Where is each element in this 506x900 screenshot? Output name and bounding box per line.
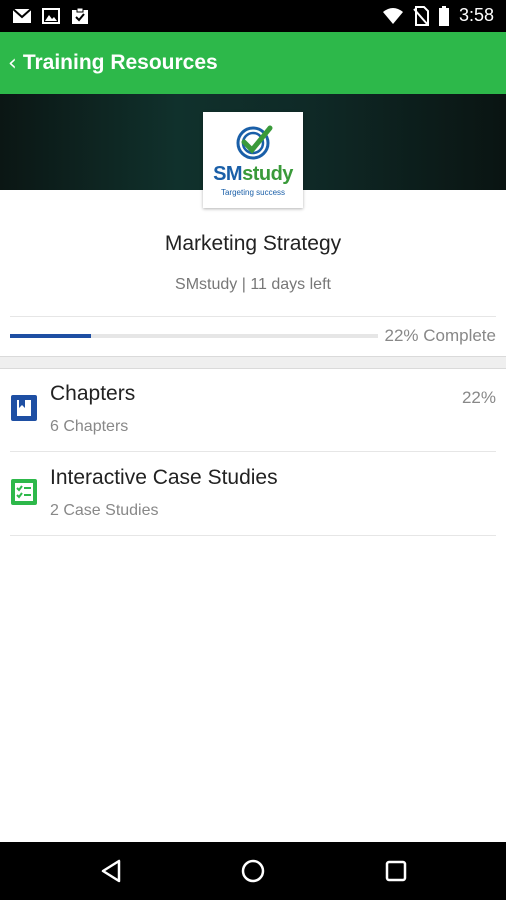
page-title[interactable]: Training Resources [23,51,218,75]
logo-text: SMstudy [213,163,293,185]
list-item-percent: 22% [461,388,496,407]
chevron-left-icon[interactable]: ‹ [8,51,17,76]
clipboard-icon [72,7,88,24]
book-icon [11,395,37,421]
clock: 3:58 [458,5,494,25]
list-item-subtitle: 6 Chapters [50,418,129,435]
divider [10,316,496,317]
app-bar: ‹ Training Resources [0,32,506,94]
back-triangle-icon[interactable] [97,856,127,886]
list-item-chapters[interactable]: Chapters 6 Chapters 22% [0,368,506,452]
wifi-icon [382,7,403,24]
home-circle-icon[interactable] [238,856,268,886]
battery-icon [438,5,449,26]
list-item-title: Chapters [50,382,136,405]
gmail-icon [12,8,32,23]
divider [10,535,496,536]
course-title: Marketing Strategy [164,232,342,255]
recents-square-icon[interactable] [381,856,411,886]
list-item-title: Interactive Case Studies [50,466,278,489]
list-item-case-studies[interactable]: Interactive Case Studies 2 Case Studies [0,452,506,536]
progress-bar [10,334,378,338]
status-bar: 3:58 [0,0,506,32]
progress-label: 22% Complete [384,326,496,345]
logo-tagline: Targeting success [220,188,286,197]
course-logo: SMstudy Targeting success [203,112,303,208]
notification-icons [12,7,90,25]
system-icons: 3:58 [382,5,494,26]
image-icon [42,8,60,24]
progress-fill [10,334,91,338]
navigation-bar [0,842,506,900]
course-subtitle: SMstudy | 11 days left [175,276,331,293]
checkmark-logo-icon [236,125,273,160]
checklist-icon [11,479,37,505]
list-item-subtitle: 2 Case Studies [50,502,159,519]
no-sim-icon [413,5,429,26]
